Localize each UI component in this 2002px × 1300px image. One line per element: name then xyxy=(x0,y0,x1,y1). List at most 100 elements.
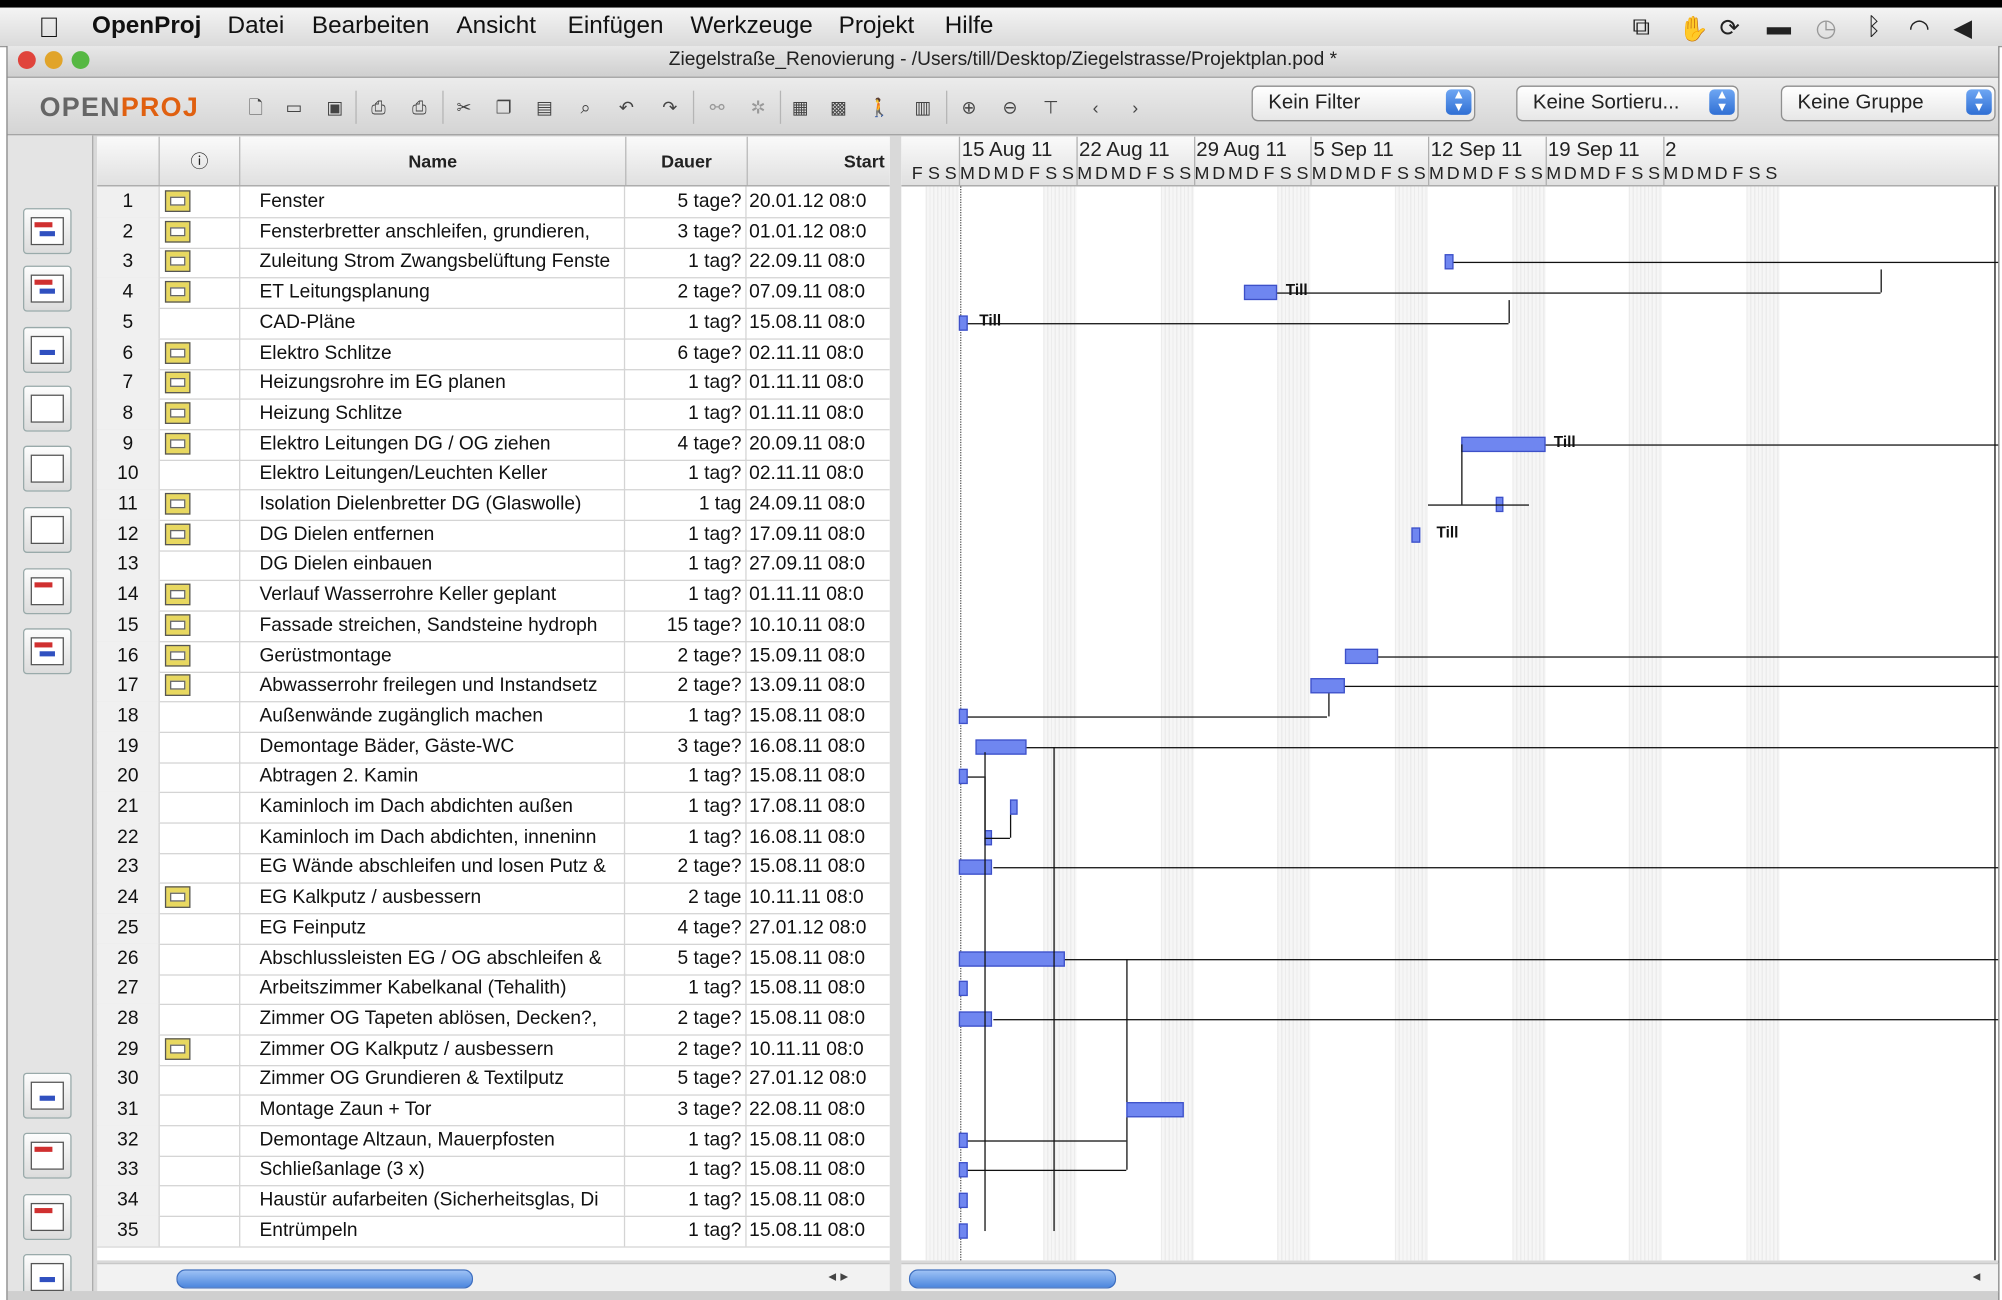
row-start[interactable]: 27.09.11 08:0 xyxy=(748,550,890,581)
volume-icon[interactable]: ◀ xyxy=(1953,14,1972,43)
row-name[interactable]: ET Leitungsplanung xyxy=(240,277,626,308)
row-duration[interactable]: 2 tage? xyxy=(626,640,747,672)
row-name[interactable]: Heizungsrohre im EG planen xyxy=(240,368,626,399)
row-name[interactable]: Zuleitung Strom Zwangsbelüftung Fenste xyxy=(240,246,626,278)
evernote-icon[interactable]: ✋ xyxy=(1679,14,1709,45)
row-name[interactable]: Kaminloch im Dach abdichten außen xyxy=(240,791,626,823)
print-icon[interactable]: ⎙ xyxy=(366,94,392,120)
task-bar[interactable] xyxy=(1310,678,1345,694)
row-start[interactable]: 16.08.11 08:0 xyxy=(748,822,890,853)
row-start[interactable]: 15.08.11 08:0 xyxy=(748,308,890,339)
display-icon[interactable]: ▬ xyxy=(1767,14,1791,42)
row-id[interactable]: 30 xyxy=(97,1064,160,1095)
notes-icon[interactable]: ▩ xyxy=(826,94,852,120)
row-id[interactable]: 23 xyxy=(97,852,160,883)
row-duration[interactable]: 1 tag? xyxy=(626,1154,747,1186)
table-row[interactable]: 34 Haustür aufarbeiten (Sicherheitsglas, … xyxy=(97,1185,890,1218)
gantt-view-button[interactable] xyxy=(23,208,72,255)
row-name[interactable]: Elektro Leitungen/Leuchten Keller xyxy=(240,458,626,490)
table-row[interactable]: 26 Abschlussleisten EG / OG abschleifen &… xyxy=(97,943,890,975)
row-duration[interactable]: 3 tage? xyxy=(626,731,747,762)
row-name[interactable]: Elektro Leitungen DG / OG ziehen xyxy=(240,428,626,460)
note-icon[interactable] xyxy=(164,674,191,697)
row-duration[interactable]: 2 tage? xyxy=(626,277,747,308)
copy-icon[interactable]: ❐ xyxy=(491,94,517,120)
table-row[interactable]: 21 Kaminloch im Dach abdichten außen 1 tag… xyxy=(97,791,890,824)
task-info-icon[interactable]: ▦ xyxy=(788,94,814,120)
table-row[interactable]: 35 Entrümpeln 1 tag? 15.08.11 08:0 xyxy=(97,1215,890,1248)
note-icon[interactable] xyxy=(164,190,191,212)
table-row[interactable]: 31 Montage Zaun + Tor 3 tage? 22.08.11 08:0 xyxy=(97,1094,890,1127)
row-name[interactable]: DG Dielen einbauen xyxy=(240,549,626,581)
save-icon[interactable]: ▣ xyxy=(322,94,348,120)
row-duration[interactable]: 1 tag? xyxy=(626,398,747,429)
table-row[interactable]: 8 Heizung Schlitze 1 tag? 01.11.11 08:0 xyxy=(97,398,890,431)
row-id[interactable]: 10 xyxy=(97,458,160,490)
zoom-out-icon[interactable]: ⊖ xyxy=(997,94,1023,120)
row-name[interactable]: EG Wände abschleifen und losen Putz & xyxy=(240,852,626,883)
row-name[interactable]: Kaminloch im Dach abdichten, inneninn xyxy=(240,821,626,853)
note-icon[interactable] xyxy=(164,220,191,243)
row-start[interactable]: 22.08.11 08:0 xyxy=(748,1094,890,1125)
menu-bearbeiten[interactable]: Bearbeiten xyxy=(312,13,429,41)
link-icon[interactable]: ⚯ xyxy=(704,94,730,120)
row-id[interactable]: 32 xyxy=(97,1124,160,1156)
row-start[interactable]: 22.09.11 08:0 xyxy=(748,247,890,278)
apple-icon[interactable]:  xyxy=(38,11,59,44)
table-row[interactable]: 20 Abtragen 2. Kamin 1 tag? 15.08.11 08:0 xyxy=(97,761,890,794)
row-name[interactable]: Abwasserrohr freilegen und Instandsetz xyxy=(240,670,626,702)
table-row[interactable]: 28 Zimmer OG Tapeten ablösen, Decken?, 2 t… xyxy=(97,1003,890,1036)
row-id[interactable]: 20 xyxy=(97,761,160,793)
wifi-icon[interactable]: ◠ xyxy=(1909,14,1930,43)
task-bar[interactable] xyxy=(959,1192,968,1209)
table-row[interactable]: 19 Demontage Bäder, Gäste-WC 3 tage? 16.08.… xyxy=(97,731,890,764)
row-duration[interactable]: 1 tag? xyxy=(626,973,747,1004)
paste-icon[interactable]: ▤ xyxy=(532,94,558,120)
row-name[interactable]: Fassade streichen, Sandsteine hydroph xyxy=(240,610,626,641)
row-id[interactable]: 1 xyxy=(97,186,160,218)
row-name[interactable]: Außenwände zugänglich machen xyxy=(240,700,626,732)
row-duration[interactable]: 1 tag? xyxy=(626,1124,747,1156)
task-bar[interactable] xyxy=(959,1223,968,1239)
table-row[interactable]: 10 Elektro Leitungen/Leuchten Keller 1 tag… xyxy=(97,458,890,491)
row-start[interactable]: 01.11.11 08:0 xyxy=(748,368,890,399)
row-id[interactable]: 33 xyxy=(97,1154,160,1186)
row-start[interactable]: 10.11.11 08:0 xyxy=(748,883,890,914)
row-id[interactable]: 22 xyxy=(97,821,160,853)
menu-ansicht[interactable]: Ansicht xyxy=(456,13,536,41)
task-bar[interactable] xyxy=(1009,799,1018,815)
table-row[interactable]: 2 Fensterbretter anschleifen, grundieren,… xyxy=(97,216,890,249)
row-name[interactable]: Gerüstmontage xyxy=(240,640,626,672)
row-start[interactable]: 24.09.11 08:0 xyxy=(748,489,890,520)
row-duration[interactable]: 1 tag? xyxy=(626,761,747,793)
row-name[interactable]: Elektro Schlitze xyxy=(240,337,626,369)
row-name[interactable]: Schließanlage (3 x) xyxy=(240,1154,626,1186)
task-bar[interactable] xyxy=(1243,284,1278,301)
row-start[interactable]: 01.11.11 08:0 xyxy=(748,580,890,611)
resources-view-button[interactable] xyxy=(23,326,72,373)
row-start[interactable]: 15.08.11 08:0 xyxy=(748,1215,890,1246)
row-name[interactable]: Arbeitszimmer Kabelkanal (Tehalith) xyxy=(240,973,626,1004)
sort-select[interactable]: Keine Sortieru... ▲ ▼ xyxy=(1516,85,1739,122)
cut-icon[interactable]: ✂ xyxy=(451,94,477,120)
row-name[interactable]: Montage Zaun + Tor xyxy=(240,1094,626,1126)
table-row[interactable]: 4 ET Leitungsplanung 2 tage? 07.09.11 08:0 xyxy=(97,277,890,310)
task-bar[interactable] xyxy=(959,1011,993,1027)
header-info[interactable]: ⓘ xyxy=(160,136,241,186)
row-name[interactable]: Zimmer OG Kalkputz / ausbessern xyxy=(240,1033,626,1065)
note-icon[interactable] xyxy=(164,250,191,273)
row-id[interactable]: 7 xyxy=(97,368,160,399)
row-start[interactable]: 07.09.11 08:0 xyxy=(748,277,890,308)
header-name[interactable]: Name xyxy=(240,136,627,186)
row-duration[interactable]: 2 tage? xyxy=(626,1033,747,1065)
task-bar[interactable] xyxy=(1126,1102,1184,1118)
row-name[interactable]: Abschlussleisten EG / OG abschleifen & xyxy=(240,943,626,974)
table-row[interactable]: 12 DG Dielen entfernen 1 tag? 17.09.11 08:0 xyxy=(97,519,890,552)
menu-projekt[interactable]: Projekt xyxy=(839,13,915,41)
resource-icon[interactable]: 🚶 xyxy=(867,94,893,120)
row-start[interactable]: 02.11.11 08:0 xyxy=(748,459,890,490)
table-row[interactable]: 9 Elektro Leitungen DG / OG ziehen 4 tage?… xyxy=(97,428,890,461)
note-icon[interactable] xyxy=(164,523,191,545)
table-row[interactable]: 30 Zimmer OG Grundieren & Textilputz 5 tag… xyxy=(97,1064,890,1097)
table-row[interactable]: 16 Gerüstmontage 2 tage? 15.09.11 08:0 xyxy=(97,640,890,673)
